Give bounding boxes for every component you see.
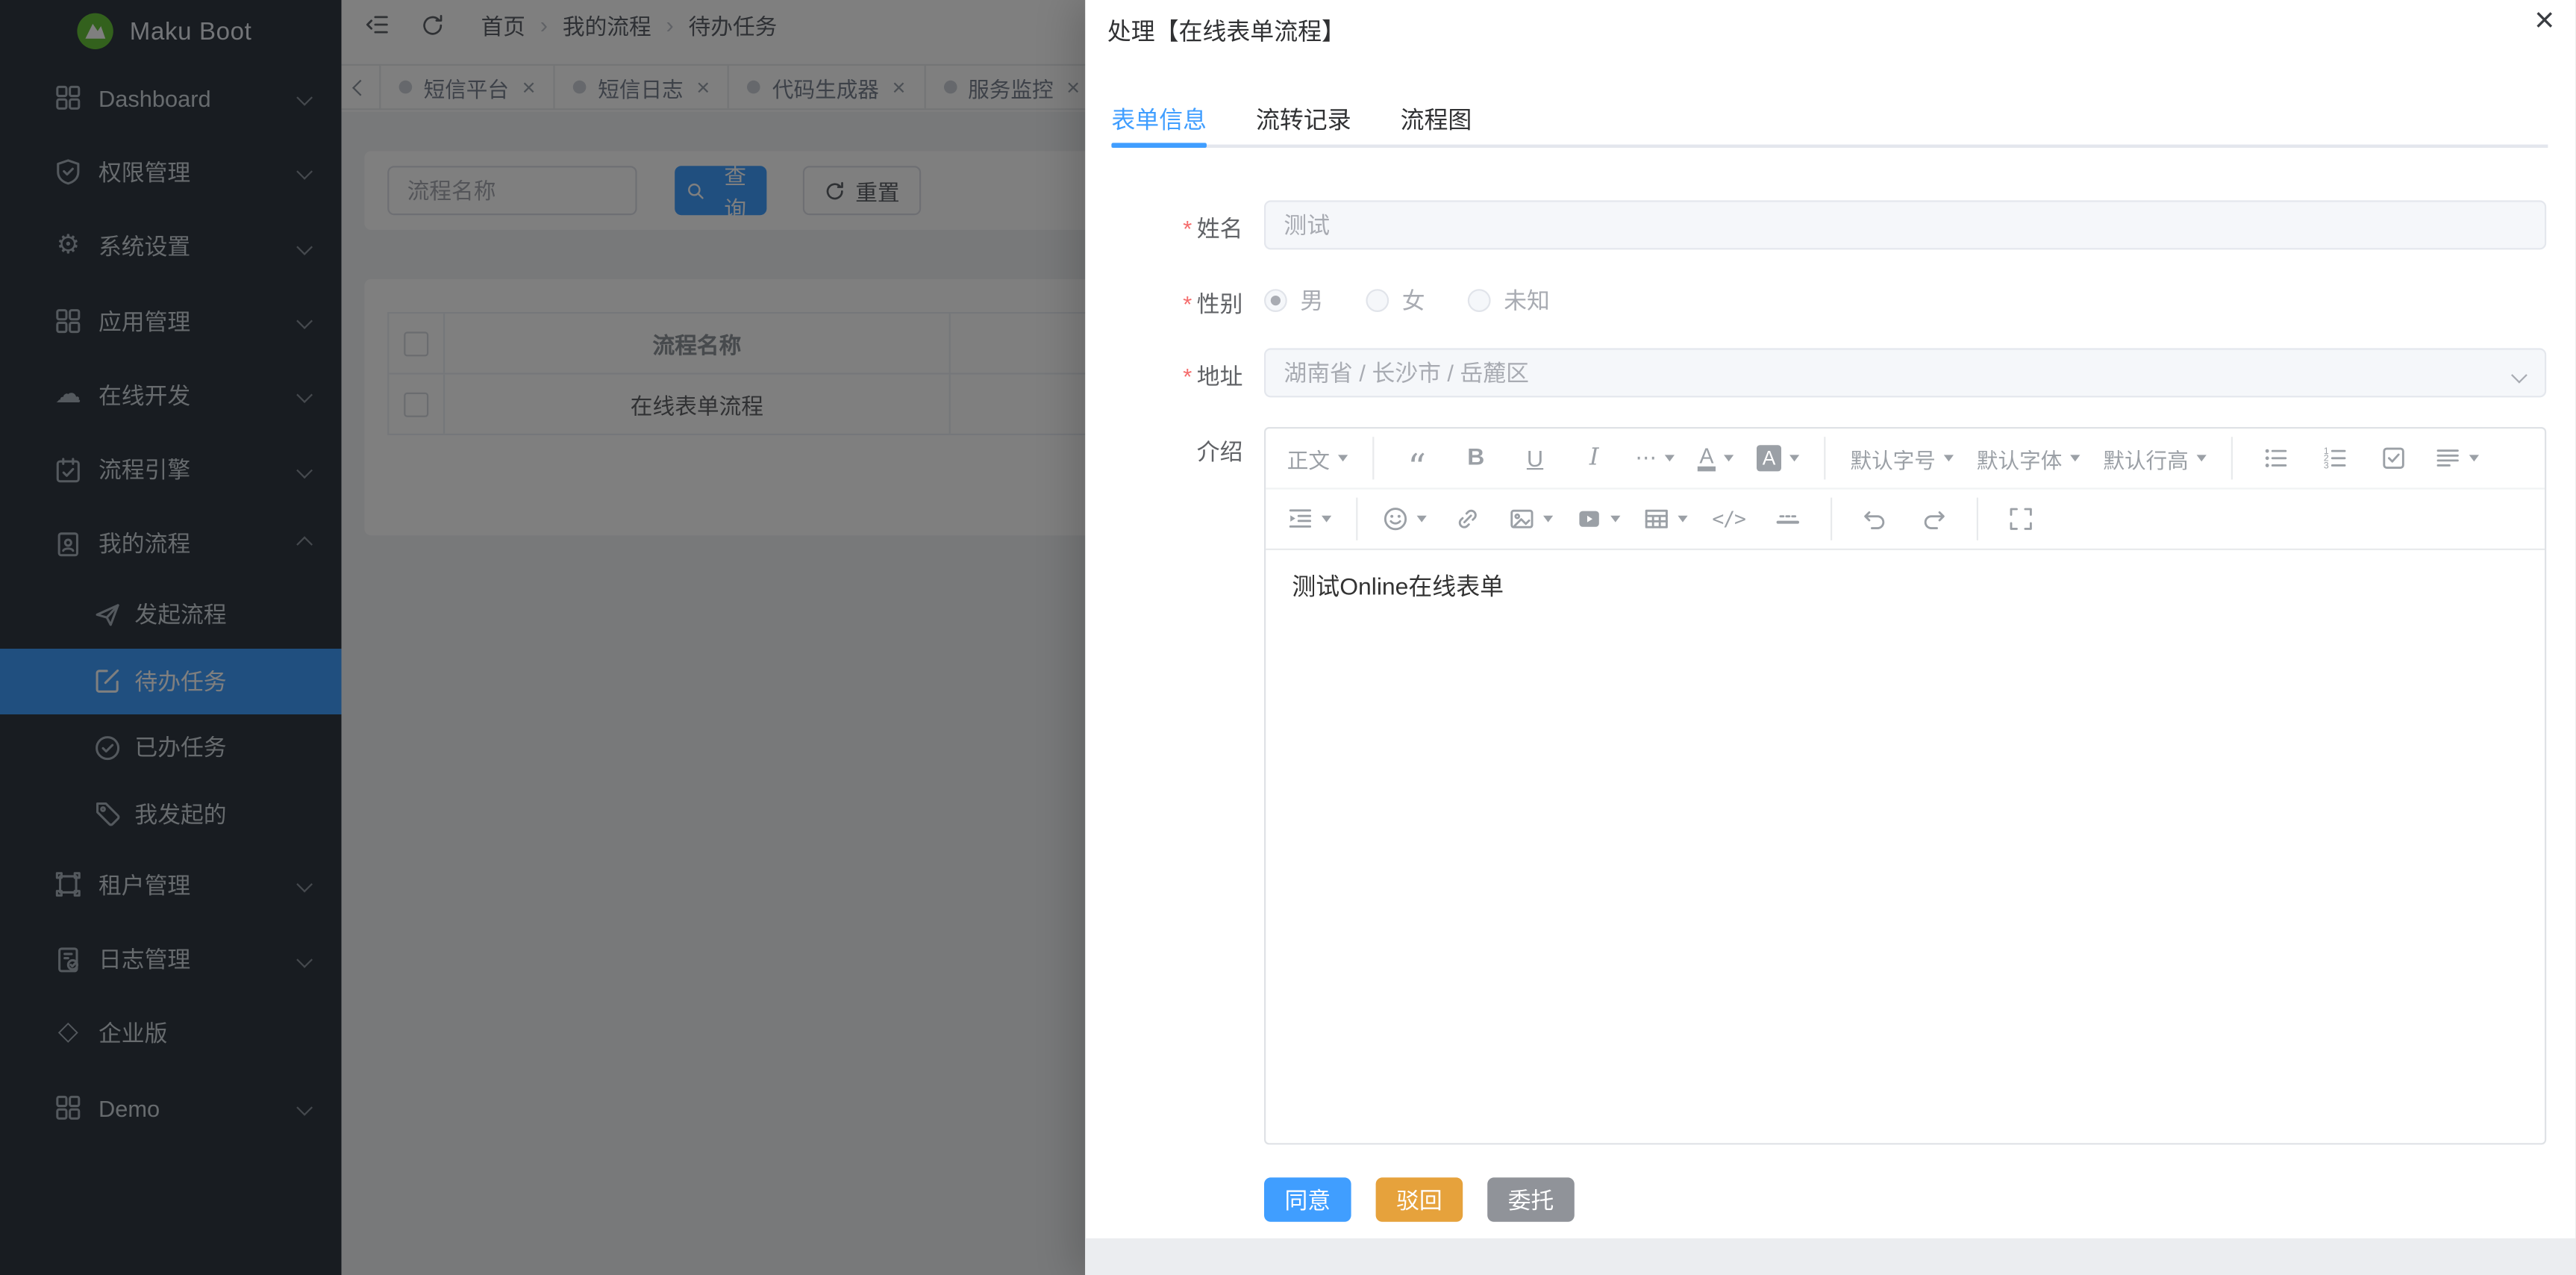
italic-icon[interactable]: I (1569, 438, 1619, 478)
radio-label: 女 (1402, 284, 1425, 317)
background-color-dropdown[interactable]: A (1750, 438, 1806, 478)
toolbar-divider (1372, 437, 1374, 479)
agree-button[interactable]: 同意 (1264, 1177, 1351, 1221)
table-dropdown[interactable] (1636, 499, 1694, 539)
caret-down-icon (2197, 455, 2207, 461)
code-block-icon[interactable]: </> (1704, 499, 1754, 539)
bullet-list-icon[interactable] (2251, 438, 2300, 478)
tabs-divider (1111, 145, 2548, 147)
address-value: 湖南省 / 长沙市 / 岳麓区 (1284, 356, 1529, 389)
tab-flow-diagram[interactable]: 流程图 (1401, 102, 1472, 136)
caret-down-icon (1789, 455, 1799, 461)
underline-icon[interactable]: U (1510, 438, 1560, 478)
caret-down-icon (1665, 455, 1675, 461)
rich-text-editor: 正文 “ B U I ⋯ A A 默认字号 默认字体 默认行高 123 (1264, 427, 2546, 1144)
align-dropdown[interactable] (2428, 438, 2486, 478)
caret-down-icon (1944, 455, 1954, 461)
font-family-dropdown[interactable]: 默认字体 (1970, 438, 2086, 478)
paragraph-style-dropdown[interactable]: 正文 (1281, 438, 1354, 478)
chevron-down-icon (2511, 367, 2527, 383)
address-cascader: 湖南省 / 长沙市 / 岳麓区 (1264, 348, 2546, 397)
divider-icon[interactable] (1763, 499, 1813, 539)
todo-list-icon[interactable] (2369, 438, 2419, 478)
name-label: *姓名 (1183, 212, 1242, 245)
close-icon[interactable]: × (2534, 3, 2554, 37)
active-tab-underline (1111, 142, 1207, 147)
toolbar-divider (2231, 437, 2233, 479)
redo-icon[interactable] (1910, 499, 1959, 539)
app: Maku Boot Dashboard 权限管理 ⚙ 系统设置 应用管理 (0, 0, 2576, 1275)
radio-icon (1468, 289, 1491, 312)
toolbar-divider (1831, 498, 1832, 540)
caret-down-icon (1338, 455, 1348, 461)
more-styles-dropdown[interactable]: ⋯ (1628, 438, 1681, 478)
bold-icon[interactable]: B (1451, 438, 1501, 478)
indent-dropdown[interactable] (1281, 499, 1338, 539)
delegate-button[interactable]: 委托 (1487, 1177, 1575, 1221)
radio-female: 女 (1366, 284, 1425, 317)
caret-down-icon (1322, 516, 1331, 523)
caret-down-icon (2070, 455, 2080, 461)
font-size-dropdown[interactable]: 默认字号 (1844, 438, 1960, 478)
undo-icon[interactable] (1850, 499, 1899, 539)
line-height-dropdown[interactable]: 默认行高 (2097, 438, 2213, 478)
editor-content-area[interactable]: 测试Online在线表单 (1266, 549, 2545, 1143)
required-asterisk: * (1183, 215, 1192, 241)
radio-unknown: 未知 (1468, 284, 1550, 317)
editor-toolbar-row1: 正文 “ B U I ⋯ A A 默认字号 默认字体 默认行高 123 (1266, 428, 2545, 489)
name-value: 测试 (1284, 208, 1330, 241)
toolbar-divider (1977, 498, 1978, 540)
toolbar-divider (1824, 437, 1825, 479)
toolbar-divider (1356, 498, 1357, 540)
caret-down-icon (1610, 516, 1620, 523)
caret-down-icon (1417, 516, 1427, 523)
caret-down-icon (2469, 455, 2479, 461)
radio-icon (1366, 289, 1389, 312)
emoji-dropdown[interactable] (1376, 499, 1434, 539)
address-label: *地址 (1183, 360, 1242, 393)
caret-down-icon (1543, 516, 1553, 523)
radio-selected-icon (1264, 289, 1287, 312)
required-asterisk: * (1183, 363, 1192, 389)
editor-toolbar-row2: </> (1266, 490, 2545, 550)
caret-down-icon (1724, 455, 1734, 461)
process-drawer: 处理【在线表单流程】 × 表单信息 流转记录 流程图 *姓名 测试 *性别 男 … (1084, 0, 2576, 1275)
drawer-footer-strip (1084, 1238, 2576, 1275)
drawer-tabs: 表单信息 流转记录 流程图 (1111, 102, 1472, 136)
gender-radio-group: 男 女 未知 (1264, 276, 1592, 325)
tab-form-info[interactable]: 表单信息 (1111, 102, 1207, 136)
blockquote-icon[interactable]: “ (1392, 438, 1442, 478)
intro-label: 介绍 (1197, 435, 1243, 468)
reject-button[interactable]: 驳回 (1376, 1177, 1463, 1221)
caret-down-icon (1678, 516, 1687, 523)
tab-flow-records[interactable]: 流转记录 (1256, 102, 1351, 136)
radio-label: 未知 (1504, 284, 1550, 317)
fullscreen-icon[interactable] (1996, 499, 2045, 539)
font-color-dropdown[interactable]: A (1691, 438, 1740, 478)
gender-label: *性别 (1183, 287, 1242, 320)
image-dropdown[interactable] (1502, 499, 1560, 539)
numbered-list-icon[interactable]: 123 (2310, 438, 2360, 478)
drawer-actions: 同意 驳回 委托 (1264, 1177, 1575, 1221)
video-dropdown[interactable] (1569, 499, 1627, 539)
link-icon[interactable] (1443, 499, 1492, 539)
required-asterisk: * (1183, 290, 1192, 317)
editor-paragraph: 测试Online在线表单 (1292, 570, 2518, 606)
radio-male: 男 (1264, 284, 1323, 317)
name-field: 测试 (1264, 200, 2546, 249)
radio-label: 男 (1300, 284, 1323, 317)
drawer-title: 处理【在线表单流程】 (1107, 13, 1345, 48)
svg-text:3: 3 (2324, 460, 2329, 470)
